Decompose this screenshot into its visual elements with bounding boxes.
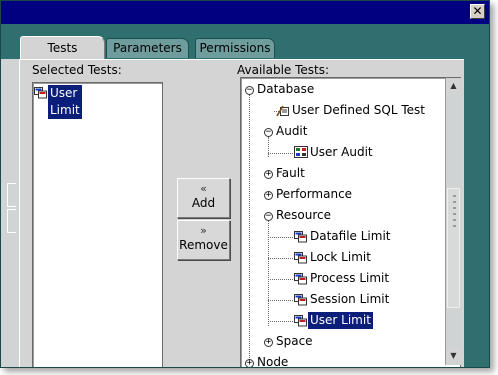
sql-test-icon <box>276 105 289 117</box>
expand-icon[interactable]: + <box>264 338 273 347</box>
selected-tests-list[interactable]: User Limit <box>32 82 163 367</box>
collapse-icon[interactable]: − <box>264 212 273 221</box>
close-button[interactable]: ✕ <box>470 4 485 19</box>
tree-guide-line <box>268 137 269 157</box>
scroll-up-icon[interactable]: ▲ <box>447 79 460 92</box>
test-icon <box>294 315 307 327</box>
title-bar[interactable]: ✕ <box>1 1 489 24</box>
add-button-label: Add <box>191 196 216 210</box>
remove-button[interactable]: » Remove <box>177 220 230 260</box>
test-icon <box>294 231 307 243</box>
expand-icon[interactable]: + <box>264 191 273 200</box>
scrollbar-thumb[interactable] <box>447 188 460 308</box>
test-icon <box>294 294 307 306</box>
selected-item-label: User Limit <box>48 85 82 119</box>
remove-button-label: Remove <box>179 238 228 252</box>
edge-divider <box>7 183 16 207</box>
expand-icon[interactable]: + <box>245 359 254 367</box>
edge-divider <box>7 209 16 233</box>
available-tests-label: Available Tests: <box>237 63 330 77</box>
tab-tests[interactable]: Tests <box>20 36 105 60</box>
collapse-icon[interactable]: − <box>264 128 273 137</box>
tree-guide-line <box>268 300 293 301</box>
test-icon <box>294 273 307 285</box>
left-panel-edge <box>1 59 19 367</box>
test-icon <box>34 87 47 99</box>
tree-guide-line <box>268 237 293 238</box>
selected-tests-label: Selected Tests: <box>32 63 122 77</box>
tree-guide-line <box>268 153 293 154</box>
tree-guide-line <box>268 279 293 280</box>
tree-guide-line <box>268 258 293 259</box>
audit-icon <box>294 146 308 158</box>
tree-guide-line <box>268 321 293 322</box>
available-tests-tree[interactable]: − Database User Defined SQL Test − Audit <box>240 77 461 367</box>
tree-guide-line <box>249 90 250 367</box>
tab-permissions[interactable]: Permissions <box>195 38 275 58</box>
scroll-down-icon[interactable]: ▼ <box>447 349 460 362</box>
dialog-window: ✕ Tests Parameters Permissions Selected … <box>0 0 490 368</box>
close-icon: ✕ <box>472 4 483 18</box>
add-button[interactable]: « Add <box>177 178 230 218</box>
collapse-icon[interactable]: − <box>245 86 254 95</box>
tab-parameters[interactable]: Parameters <box>106 38 189 58</box>
expand-icon[interactable]: + <box>264 170 273 179</box>
tree-scrollbar[interactable]: ▲ ▼ <box>445 78 462 365</box>
double-chevron-left-icon: « <box>200 182 207 195</box>
test-icon <box>294 252 307 264</box>
double-chevron-right-icon: » <box>200 224 207 237</box>
